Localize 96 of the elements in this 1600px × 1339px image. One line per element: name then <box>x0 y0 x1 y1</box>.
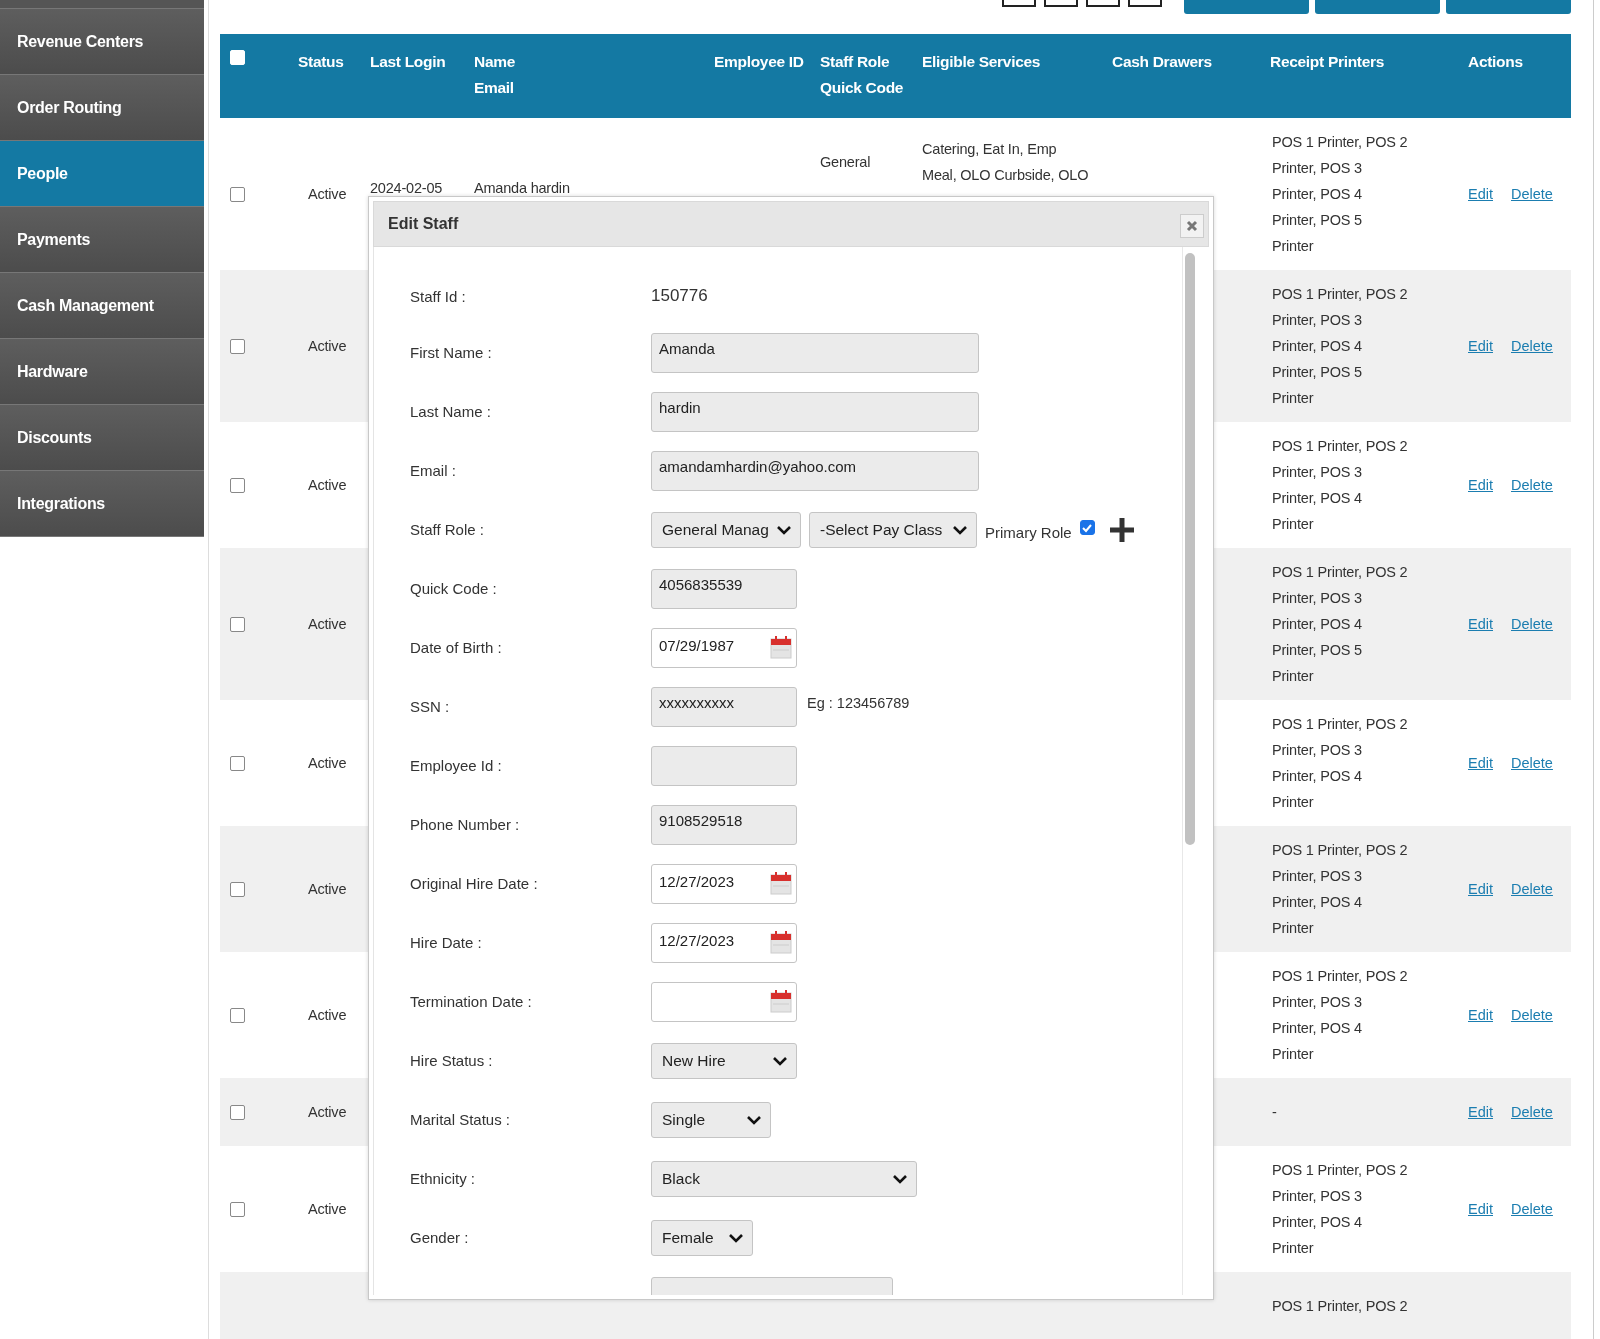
dropdown[interactable]: General Manag <box>651 511 801 548</box>
table-cell-text: POS 1 Printer, POS 2 <box>1272 1297 1408 1316</box>
field-label: Email : <box>410 462 456 479</box>
checkbox-label: Primary Role <box>985 524 1072 541</box>
table-cell-text: POS 1 Printer, POS 2 Printer, POS 3 Printer, POS 4 Printer <box>1272 437 1408 534</box>
table-cell-text: Amanda hardin <box>474 179 570 198</box>
input-field[interactable]: Amanda <box>651 332 979 373</box>
field-label: Last Name : <box>410 403 491 420</box>
action-link[interactable]: Delete <box>1511 755 1553 771</box>
sidebar-item[interactable]: Payments <box>0 207 204 273</box>
action-link[interactable]: Edit <box>1468 881 1493 897</box>
action-link[interactable]: Edit <box>1468 1007 1493 1023</box>
table-cell-text: Catering, Eat In, Emp Meal, OLO Curbside, OLO <box>922 140 1089 185</box>
input-field[interactable]: hardin <box>651 391 979 432</box>
action-link[interactable]: Edit <box>1468 338 1493 354</box>
table-cell-text: POS 1 Printer, POS 2 Printer, POS 3 Printer, POS 4 Printer, POS 5 Printer <box>1272 563 1408 686</box>
input-field[interactable]: 9108529518 <box>651 804 797 845</box>
column-header: Quick Code <box>820 78 904 98</box>
field-label: Ethnicity : <box>410 1170 476 1187</box>
dropdown[interactable]: Single <box>651 1101 771 1138</box>
field-label: Phone Number : <box>410 816 520 833</box>
table-cell-text: POS 1 Printer, POS 2 Printer, POS 3 Printer, POS 4 Printer <box>1272 715 1408 812</box>
column-header: Last Login <box>370 52 446 72</box>
table-cell-text: Active <box>308 337 347 356</box>
action-link[interactable]: Delete <box>1511 477 1553 493</box>
dropdown[interactable]: -Select Pay Class <box>809 511 977 548</box>
sidebar-item[interactable]: Integrations <box>0 471 204 537</box>
dropdown[interactable]: Black <box>651 1160 917 1197</box>
table-cell-text: Active <box>308 615 347 634</box>
table-cell-text: POS 1 Printer, POS 2 Printer, POS 3 Printer, POS 4 Printer <box>1272 967 1408 1064</box>
action-link[interactable]: Edit <box>1468 755 1493 771</box>
column-header: Name <box>474 52 516 72</box>
table-cell-text: POS 1 Printer, POS 2 Printer, POS 3 Printer, POS 4 Printer <box>1272 1161 1408 1258</box>
table-cell-text: Active <box>308 754 347 773</box>
sidebar-item[interactable]: Revenue Centers <box>0 9 204 75</box>
action-link[interactable]: Delete <box>1511 881 1553 897</box>
table-cell-text: General <box>820 153 871 172</box>
action-link[interactable]: Delete <box>1511 1201 1553 1217</box>
column-header: Status <box>298 52 344 72</box>
action-link[interactable]: Edit <box>1468 186 1493 202</box>
action-link[interactable]: Delete <box>1511 186 1553 202</box>
field-label: Hire Status : <box>410 1052 493 1069</box>
table-cell-text: Active <box>308 1200 347 1219</box>
action-link[interactable]: Delete <box>1511 1007 1553 1023</box>
field-label: Hire Date : <box>410 934 482 951</box>
input-field[interactable]: amandamhardin@yahoo.com <box>651 450 979 491</box>
action-link[interactable]: Edit <box>1468 616 1493 632</box>
field-label: Staff Id : <box>410 287 466 305</box>
column-header: Employee ID <box>714 52 804 72</box>
field-label: SSN : <box>410 698 450 715</box>
table-cell-text: POS 1 Printer, POS 2 Printer, POS 3 Printer, POS 4 Printer, POS 5 Printer <box>1272 133 1408 256</box>
sidebar-item[interactable]: Hardware <box>0 339 204 405</box>
field-label: Quick Code : <box>410 580 497 597</box>
sidebar-item[interactable]: Cash Management <box>0 273 204 339</box>
action-link[interactable]: Edit <box>1468 477 1493 493</box>
column-header: Eligible Services <box>922 52 1041 72</box>
column-header: Staff Role <box>820 52 890 72</box>
table-cell-text: Active <box>308 185 347 204</box>
table-cell-text: Active <box>308 1006 347 1025</box>
table-cell-text: - <box>1272 1103 1277 1122</box>
sidebar-item[interactable]: People <box>0 141 204 207</box>
field-label: First Name : <box>410 344 492 361</box>
dialog-title: Edit Staff <box>388 215 459 233</box>
field-label: Staff Role : <box>410 521 484 538</box>
input-field[interactable]: 4056835539 <box>651 568 797 609</box>
column-header: Cash Drawers <box>1112 52 1212 72</box>
sidebar-item[interactable]: Discounts <box>0 405 204 471</box>
field-label: Termination Date : <box>410 993 532 1010</box>
field-label: Marital Status : <box>410 1111 511 1128</box>
action-link[interactable]: Delete <box>1511 338 1553 354</box>
dropdown[interactable]: Female <box>651 1219 753 1256</box>
action-link[interactable]: Delete <box>1511 616 1553 632</box>
table-cell-text: Active <box>308 880 347 899</box>
column-header: Actions <box>1468 52 1523 72</box>
table-cell-text: 2024-02-05 <box>370 179 443 198</box>
field-label: Original Hire Date : <box>410 875 538 892</box>
field-label: Employee Id : <box>410 757 502 774</box>
date-field[interactable]: 12/27/2023 <box>651 863 797 904</box>
table-cell-text: POS 1 Printer, POS 2 Printer, POS 3 Printer, POS 4 Printer, POS 5 Printer <box>1272 285 1408 408</box>
field-value: 150776 <box>651 286 708 306</box>
sidebar-item[interactable]: Order Routing <box>0 75 204 141</box>
input-field[interactable]: xxxxxxxxxx <box>651 686 797 727</box>
table-cell-text: POS 1 Printer, POS 2 Printer, POS 3 Printer, POS 4 Printer <box>1272 841 1408 938</box>
date-field[interactable]: 12/27/2023 <box>651 922 797 963</box>
column-header: Receipt Printers <box>1270 52 1385 72</box>
field-hint: Eg : 123456789 <box>807 694 910 711</box>
field-label: Date of Birth : <box>410 639 502 656</box>
date-field[interactable]: 07/29/1987 <box>651 627 797 668</box>
table-cell-text: Active <box>308 1103 347 1122</box>
dropdown[interactable]: New Hire <box>651 1042 797 1079</box>
action-link[interactable]: Delete <box>1511 1104 1553 1120</box>
action-link[interactable]: Edit <box>1468 1104 1493 1120</box>
column-header: Email <box>474 78 514 98</box>
table-cell-text: Active <box>308 476 347 495</box>
action-link[interactable]: Edit <box>1468 1201 1493 1217</box>
field-label: Gender : <box>410 1229 469 1246</box>
